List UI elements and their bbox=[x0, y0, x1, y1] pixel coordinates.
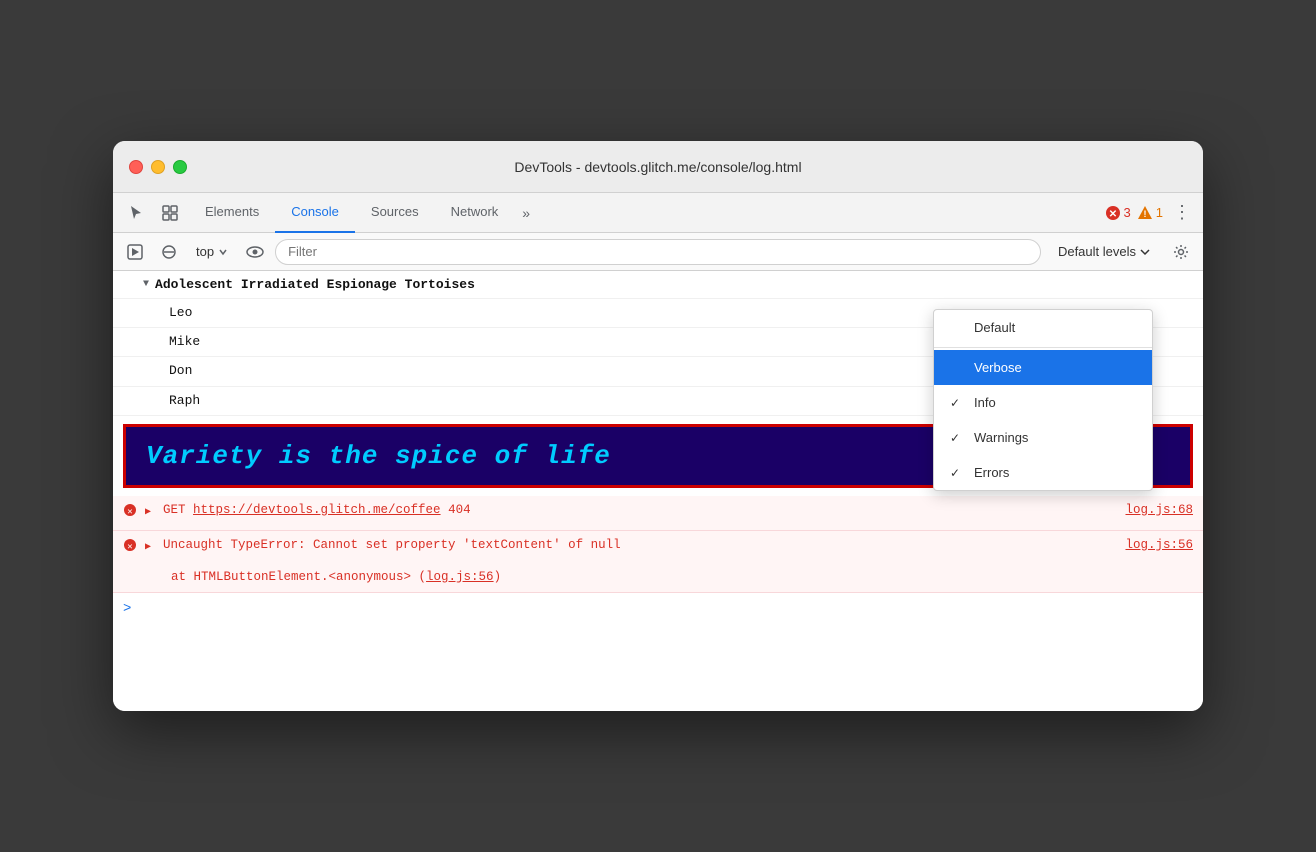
dropdown-item-info[interactable]: ✓ Info bbox=[934, 385, 1152, 420]
console-cursor[interactable]: > bbox=[113, 593, 1203, 625]
minimize-button[interactable] bbox=[151, 160, 165, 174]
dropdown-item-errors[interactable]: ✓ Errors bbox=[934, 455, 1152, 490]
execute-icon[interactable] bbox=[121, 238, 149, 266]
expand-arrow-icon-1[interactable]: ▶ bbox=[145, 505, 155, 515]
error-message-1: GET https://devtools.glitch.me/coffee 40… bbox=[163, 501, 1117, 520]
error-message-2: Uncaught TypeError: Cannot set property … bbox=[163, 536, 1117, 555]
levels-dropdown: Default Verbose ✓ Info ✓ Warnings ✓ Erro… bbox=[933, 309, 1153, 491]
more-tabs-button[interactable]: » bbox=[514, 205, 538, 221]
error-source-link-2[interactable]: log.js:56 bbox=[1125, 536, 1193, 555]
tab-console[interactable]: Console bbox=[275, 193, 355, 233]
chevron-down-icon bbox=[218, 247, 228, 257]
dropdown-divider bbox=[934, 347, 1152, 348]
error-trace-link[interactable]: log.js:56 bbox=[426, 570, 494, 584]
tab-sources[interactable]: Sources bbox=[355, 193, 435, 233]
error-source-link-1[interactable]: log.js:68 bbox=[1125, 501, 1193, 520]
clear-icon[interactable] bbox=[155, 238, 183, 266]
error-circle-icon: ✕ bbox=[1105, 205, 1121, 221]
devtools-window: DevTools - devtools.glitch.me/console/lo… bbox=[113, 141, 1203, 711]
devtools-menu-icon[interactable]: ⋮ bbox=[1169, 202, 1195, 223]
error-row-1: ✕ ▶ GET https://devtools.glitch.me/coffe… bbox=[113, 496, 1203, 531]
svg-text:✕: ✕ bbox=[1108, 209, 1116, 220]
error-row-2: ✕ ▶ Uncaught TypeError: Cannot set prope… bbox=[113, 531, 1203, 593]
context-selector[interactable]: top bbox=[189, 241, 235, 262]
error-circle-icon-1: ✕ bbox=[123, 503, 137, 525]
traffic-lights bbox=[129, 160, 187, 174]
warning-triangle-icon: ! bbox=[1137, 205, 1153, 221]
check-warnings: ✓ bbox=[950, 431, 966, 445]
error-badge: ✕ 3 bbox=[1105, 205, 1131, 221]
tab-network[interactable]: Network bbox=[435, 193, 515, 233]
error-trace: at HTMLButtonElement.<anonymous> (log.js… bbox=[123, 568, 501, 587]
check-info: ✓ bbox=[950, 396, 966, 410]
titlebar: DevTools - devtools.glitch.me/console/lo… bbox=[113, 141, 1203, 193]
error-url-1[interactable]: https://devtools.glitch.me/coffee bbox=[193, 503, 441, 517]
svg-text:✕: ✕ bbox=[127, 542, 132, 552]
tab-elements[interactable]: Elements bbox=[189, 193, 275, 233]
group-arrow-icon: ▼ bbox=[143, 279, 149, 290]
maximize-button[interactable] bbox=[173, 160, 187, 174]
error-circle-icon-2: ✕ bbox=[123, 538, 137, 560]
cursor-icon[interactable] bbox=[121, 198, 151, 228]
group-header[interactable]: ▼ Adolescent Irradiated Espionage Tortoi… bbox=[113, 271, 1203, 299]
dropdown-item-verbose[interactable]: Verbose bbox=[934, 350, 1152, 385]
settings-icon[interactable] bbox=[1167, 238, 1195, 266]
svg-text:!: ! bbox=[1143, 209, 1146, 219]
dropdown-item-default[interactable]: Default bbox=[934, 310, 1152, 345]
check-errors: ✓ bbox=[950, 466, 966, 480]
inspect-icon[interactable] bbox=[155, 198, 185, 228]
window-title: DevTools - devtools.glitch.me/console/lo… bbox=[514, 159, 801, 175]
tabs-right-controls: ✕ 3 ! 1 ⋮ bbox=[1105, 202, 1195, 223]
eye-icon[interactable] bbox=[241, 238, 269, 266]
default-levels-button[interactable]: Default levels bbox=[1047, 239, 1161, 264]
devtools-tabs: Elements Console Sources Network » ✕ 3 bbox=[113, 193, 1203, 233]
expand-arrow-icon-2[interactable]: ▶ bbox=[145, 540, 155, 550]
close-button[interactable] bbox=[129, 160, 143, 174]
levels-chevron-icon bbox=[1140, 248, 1150, 256]
warning-badge: ! 1 bbox=[1137, 205, 1163, 221]
filter-input[interactable] bbox=[275, 239, 1041, 265]
console-toolbar: top Default levels bbox=[113, 233, 1203, 271]
svg-text:✕: ✕ bbox=[127, 507, 132, 517]
console-content: ▼ Adolescent Irradiated Espionage Tortoi… bbox=[113, 271, 1203, 711]
dropdown-item-warnings[interactable]: ✓ Warnings bbox=[934, 420, 1152, 455]
